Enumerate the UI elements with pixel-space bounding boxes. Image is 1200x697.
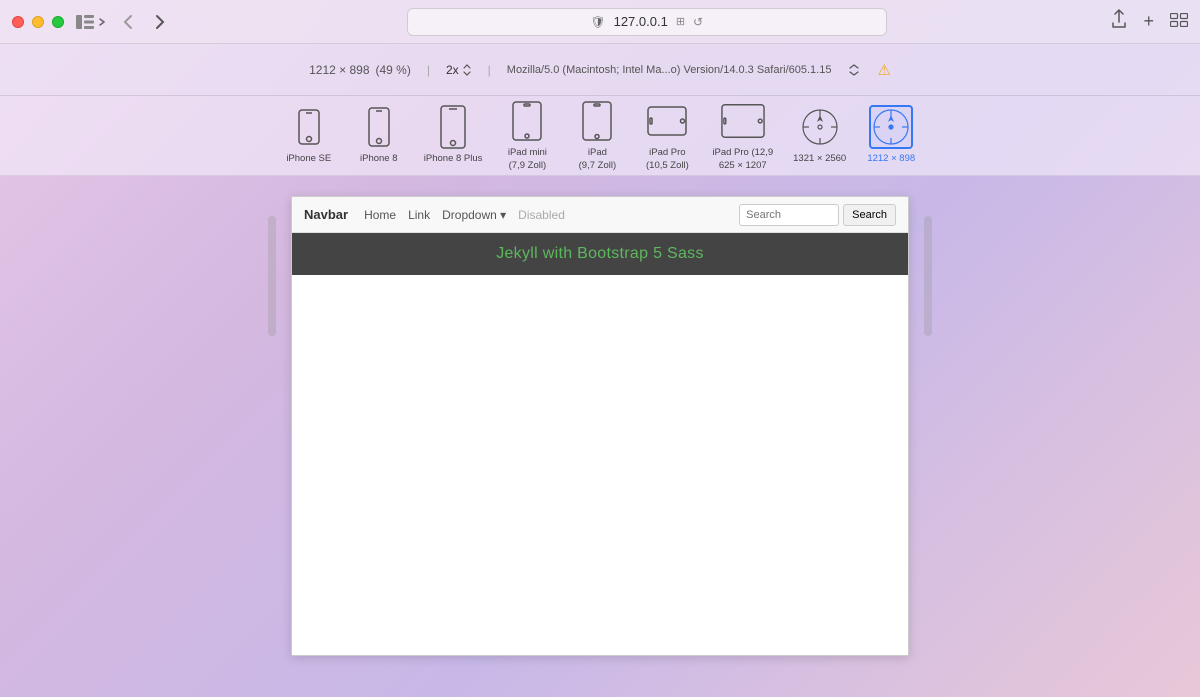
device-bar: iPhone SE iPhone 8 iPhone 8 Plus	[0, 96, 1200, 176]
new-tab-icon[interactable]: +	[1143, 11, 1154, 32]
device-iphone-se[interactable]: iPhone SE	[284, 105, 334, 165]
shield-icon: 🛡	[590, 15, 605, 29]
ipad-label: iPad(9,7 Zoll)	[579, 147, 616, 172]
compass-1212-icon	[872, 108, 910, 146]
search-area: Search	[739, 204, 896, 226]
nav-dropdown[interactable]: Dropdown ▾	[442, 208, 506, 222]
toolbar-right: +	[1111, 9, 1188, 34]
user-agent-string: Mozilla/5.0 (Macintosh; Intel Ma...o) Ve…	[507, 64, 832, 76]
search-button[interactable]: Search	[843, 204, 896, 226]
page-body	[292, 275, 908, 655]
page-jumbotron: Jekyll with Bootstrap 5 Sass	[292, 233, 908, 275]
close-button[interactable]	[12, 16, 24, 28]
browser-preview: Navbar Home Link Dropdown ▾ Disabled Sea…	[291, 196, 909, 656]
reader-icon: ⊞	[676, 15, 685, 28]
ipad-mini-icon-wrap	[505, 99, 549, 143]
dimensions-text: 1212 × 898	[309, 63, 369, 77]
iphone-se-label: iPhone SE	[286, 153, 331, 165]
back-button[interactable]	[114, 8, 142, 36]
sidebar-toggle[interactable]	[76, 15, 106, 29]
ipad-icon	[582, 101, 612, 141]
search-input[interactable]	[739, 204, 839, 226]
nav-link[interactable]: Link	[408, 208, 430, 222]
scale-value: 2x	[446, 63, 459, 77]
device-ipad-pro-105[interactable]: iPad Pro(10,5 Zoll)	[642, 99, 692, 172]
navbar-brand: Navbar	[304, 207, 348, 222]
device-ipad-mini[interactable]: iPad mini(7,9 Zoll)	[502, 99, 552, 172]
ipad-pro-129-icon-wrap	[721, 99, 765, 143]
ipad-pro-105-label: iPad Pro(10,5 Zoll)	[646, 147, 689, 172]
title-bar: 🛡 127.0.0.1 ⊞ ↺ +	[0, 0, 1200, 44]
res-1212-icon-wrap	[869, 105, 913, 149]
dimension-info: 1212 × 898 (49 %)	[309, 63, 411, 77]
iphone-8-label: iPhone 8	[360, 153, 398, 165]
ipad-icon-wrap	[575, 99, 619, 143]
device-iphone-8[interactable]: iPhone 8	[354, 105, 404, 165]
iphone-se-icon	[298, 109, 320, 145]
ipad-mini-icon	[512, 101, 542, 141]
device-res-1321[interactable]: 1321 × 2560	[793, 105, 846, 165]
maximize-button[interactable]	[52, 16, 64, 28]
page-navbar: Navbar Home Link Dropdown ▾ Disabled Sea…	[292, 197, 908, 233]
iphone-se-icon-wrap	[287, 105, 331, 149]
compass-1321-icon	[801, 108, 839, 146]
device-res-1212[interactable]: 1212 × 898	[866, 105, 916, 165]
res-1212-label: 1212 × 898	[867, 153, 915, 165]
nav-disabled: Disabled	[518, 208, 565, 222]
percentage-text: (49 %)	[376, 63, 411, 77]
device-ipad[interactable]: iPad(9,7 Zoll)	[572, 99, 622, 172]
ipad-pro-129-label: iPad Pro (12,9625 × 1207	[712, 147, 773, 172]
res-1321-icon-wrap	[798, 105, 842, 149]
nav-home-link[interactable]: Home	[364, 208, 396, 222]
traffic-lights	[12, 16, 64, 28]
iphone-8-plus-icon	[440, 105, 466, 149]
device-ipad-pro-129[interactable]: iPad Pro (12,9625 × 1207	[712, 99, 773, 172]
separator2: |	[488, 63, 491, 77]
main-area: Navbar Home Link Dropdown ▾ Disabled Sea…	[0, 176, 1200, 697]
warning-icon: ⚠	[877, 61, 890, 79]
tab-overview-icon[interactable]	[1170, 13, 1188, 30]
separator1: |	[427, 63, 430, 77]
iphone-8-plus-label: iPhone 8 Plus	[424, 153, 483, 165]
iphone-8-icon	[368, 107, 390, 147]
address-bar[interactable]: 🛡 127.0.0.1 ⊞ ↺	[407, 8, 887, 36]
ipad-pro-105-icon	[647, 106, 687, 136]
reload-icon[interactable]: ↺	[693, 15, 703, 29]
left-scrollbar[interactable]	[268, 216, 276, 336]
url-text: 127.0.0.1	[614, 14, 668, 29]
minimize-button[interactable]	[32, 16, 44, 28]
iphone-8-plus-icon-wrap	[431, 105, 475, 149]
device-iphone-8-plus[interactable]: iPhone 8 Plus	[424, 105, 483, 165]
nav-arrows	[114, 8, 174, 36]
ua-selector-icon[interactable]	[847, 63, 861, 77]
share-icon[interactable]	[1111, 9, 1127, 34]
forward-button[interactable]	[146, 8, 174, 36]
res-1321-label: 1321 × 2560	[793, 153, 846, 165]
ipad-mini-label: iPad mini(7,9 Zoll)	[508, 147, 547, 172]
nav-links: Home Link Dropdown ▾ Disabled	[364, 208, 723, 222]
right-scrollbar[interactable]	[924, 216, 932, 336]
scale-selector[interactable]: 2x	[446, 63, 472, 77]
jumbotron-text: Jekyll with Bootstrap 5 Sass	[496, 245, 704, 262]
responsive-header: 1212 × 898 (49 %) | 2x | Mozilla/5.0 (Ma…	[0, 44, 1200, 96]
ipad-pro-105-icon-wrap	[645, 99, 689, 143]
address-bar-container: 🛡 127.0.0.1 ⊞ ↺	[182, 8, 1111, 36]
iphone-8-icon-wrap	[357, 105, 401, 149]
ipad-pro-129-icon	[721, 103, 765, 139]
